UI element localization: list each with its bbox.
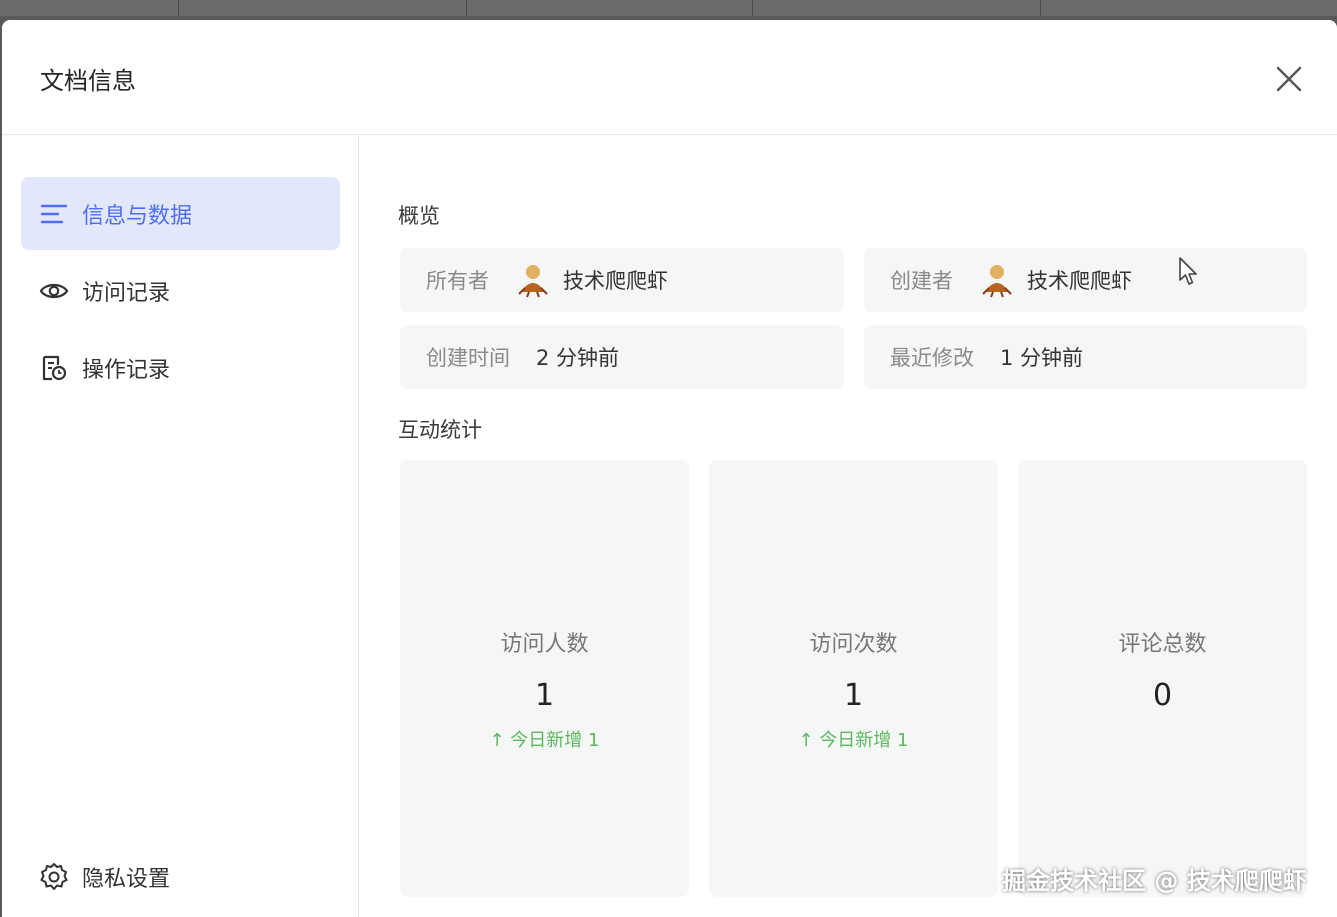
- stat-card-comments: 评论总数 0: [1018, 460, 1307, 897]
- sidebar-item-privacy-settings[interactable]: 隐私设置: [21, 840, 340, 913]
- creator-label: 创建者: [890, 269, 953, 293]
- stat-trend: ↑ 今日新增 1: [798, 730, 909, 751]
- stat-label: 访问人数: [500, 632, 589, 657]
- main-panel: 概览 所有者 技术爬爬虾 创建者 技术爬爬虾 创建时间 2 分钟前 最近修改 1…: [360, 136, 1337, 917]
- modified-time-label: 最近修改: [890, 346, 974, 370]
- sidebar-item-label: 信息与数据: [82, 203, 193, 229]
- owner-label: 所有者: [426, 269, 489, 293]
- avatar[interactable]: [515, 262, 551, 298]
- sidebar-item-operation-records[interactable]: 操作记录: [21, 331, 340, 404]
- interaction-stats-title: 互动统计: [398, 418, 482, 442]
- eye-icon: [39, 276, 69, 306]
- modified-time-value: 1 分钟前: [1000, 346, 1084, 370]
- sidebar-item-info-data[interactable]: 信息与数据: [21, 177, 340, 250]
- owner-name[interactable]: 技术爬爬虾: [563, 265, 668, 295]
- sidebar-item-label: 访问记录: [82, 280, 171, 306]
- sidebar-item-visit-records[interactable]: 访问记录: [21, 254, 340, 327]
- gear-icon: [39, 862, 69, 892]
- list-icon: [39, 199, 69, 229]
- stat-value: 1: [534, 678, 555, 713]
- watermark: 掘金技术社区 @ 技术爬爬虾: [1002, 867, 1307, 895]
- created-time-card: 创建时间 2 分钟前: [400, 325, 844, 389]
- modified-time-card: 最近修改 1 分钟前: [864, 325, 1307, 389]
- owner-card: 所有者 技术爬爬虾: [400, 248, 844, 312]
- dialog-title: 文档信息: [40, 67, 136, 95]
- close-icon[interactable]: [1272, 62, 1306, 96]
- stat-card-visitors: 访问人数 1 ↑ 今日新增 1: [400, 460, 689, 897]
- created-time-label: 创建时间: [426, 346, 510, 370]
- mouse-cursor-icon: [1179, 257, 1197, 285]
- document-info-dialog: 文档信息 信息与数据 访问记录 操作记录 隐私设置 概览 所有者 技术爬爬虾 创…: [2, 20, 1337, 917]
- stat-trend: ↑ 今日新增 1: [489, 730, 600, 751]
- stat-label: 访问次数: [809, 632, 898, 657]
- created-time-value: 2 分钟前: [536, 346, 620, 370]
- avatar[interactable]: [979, 262, 1015, 298]
- close-button[interactable]: [1272, 62, 1306, 96]
- stat-card-visits: 访问次数 1 ↑ 今日新增 1: [709, 460, 998, 897]
- creator-card: 创建者 技术爬爬虾: [864, 248, 1307, 312]
- creator-name[interactable]: 技术爬爬虾: [1027, 265, 1132, 295]
- dialog-header: 文档信息: [2, 20, 1337, 135]
- stat-value: 0: [1152, 678, 1173, 713]
- background-toolbar: [0, 0, 1337, 16]
- document-clock-icon: [39, 353, 69, 383]
- stat-value: 1: [843, 678, 864, 713]
- overview-title: 概览: [398, 204, 440, 228]
- sidebar-item-label: 隐私设置: [82, 866, 171, 892]
- sidebar: 信息与数据 访问记录 操作记录 隐私设置: [2, 136, 359, 917]
- sidebar-item-label: 操作记录: [82, 357, 171, 383]
- stat-label: 评论总数: [1118, 632, 1207, 657]
